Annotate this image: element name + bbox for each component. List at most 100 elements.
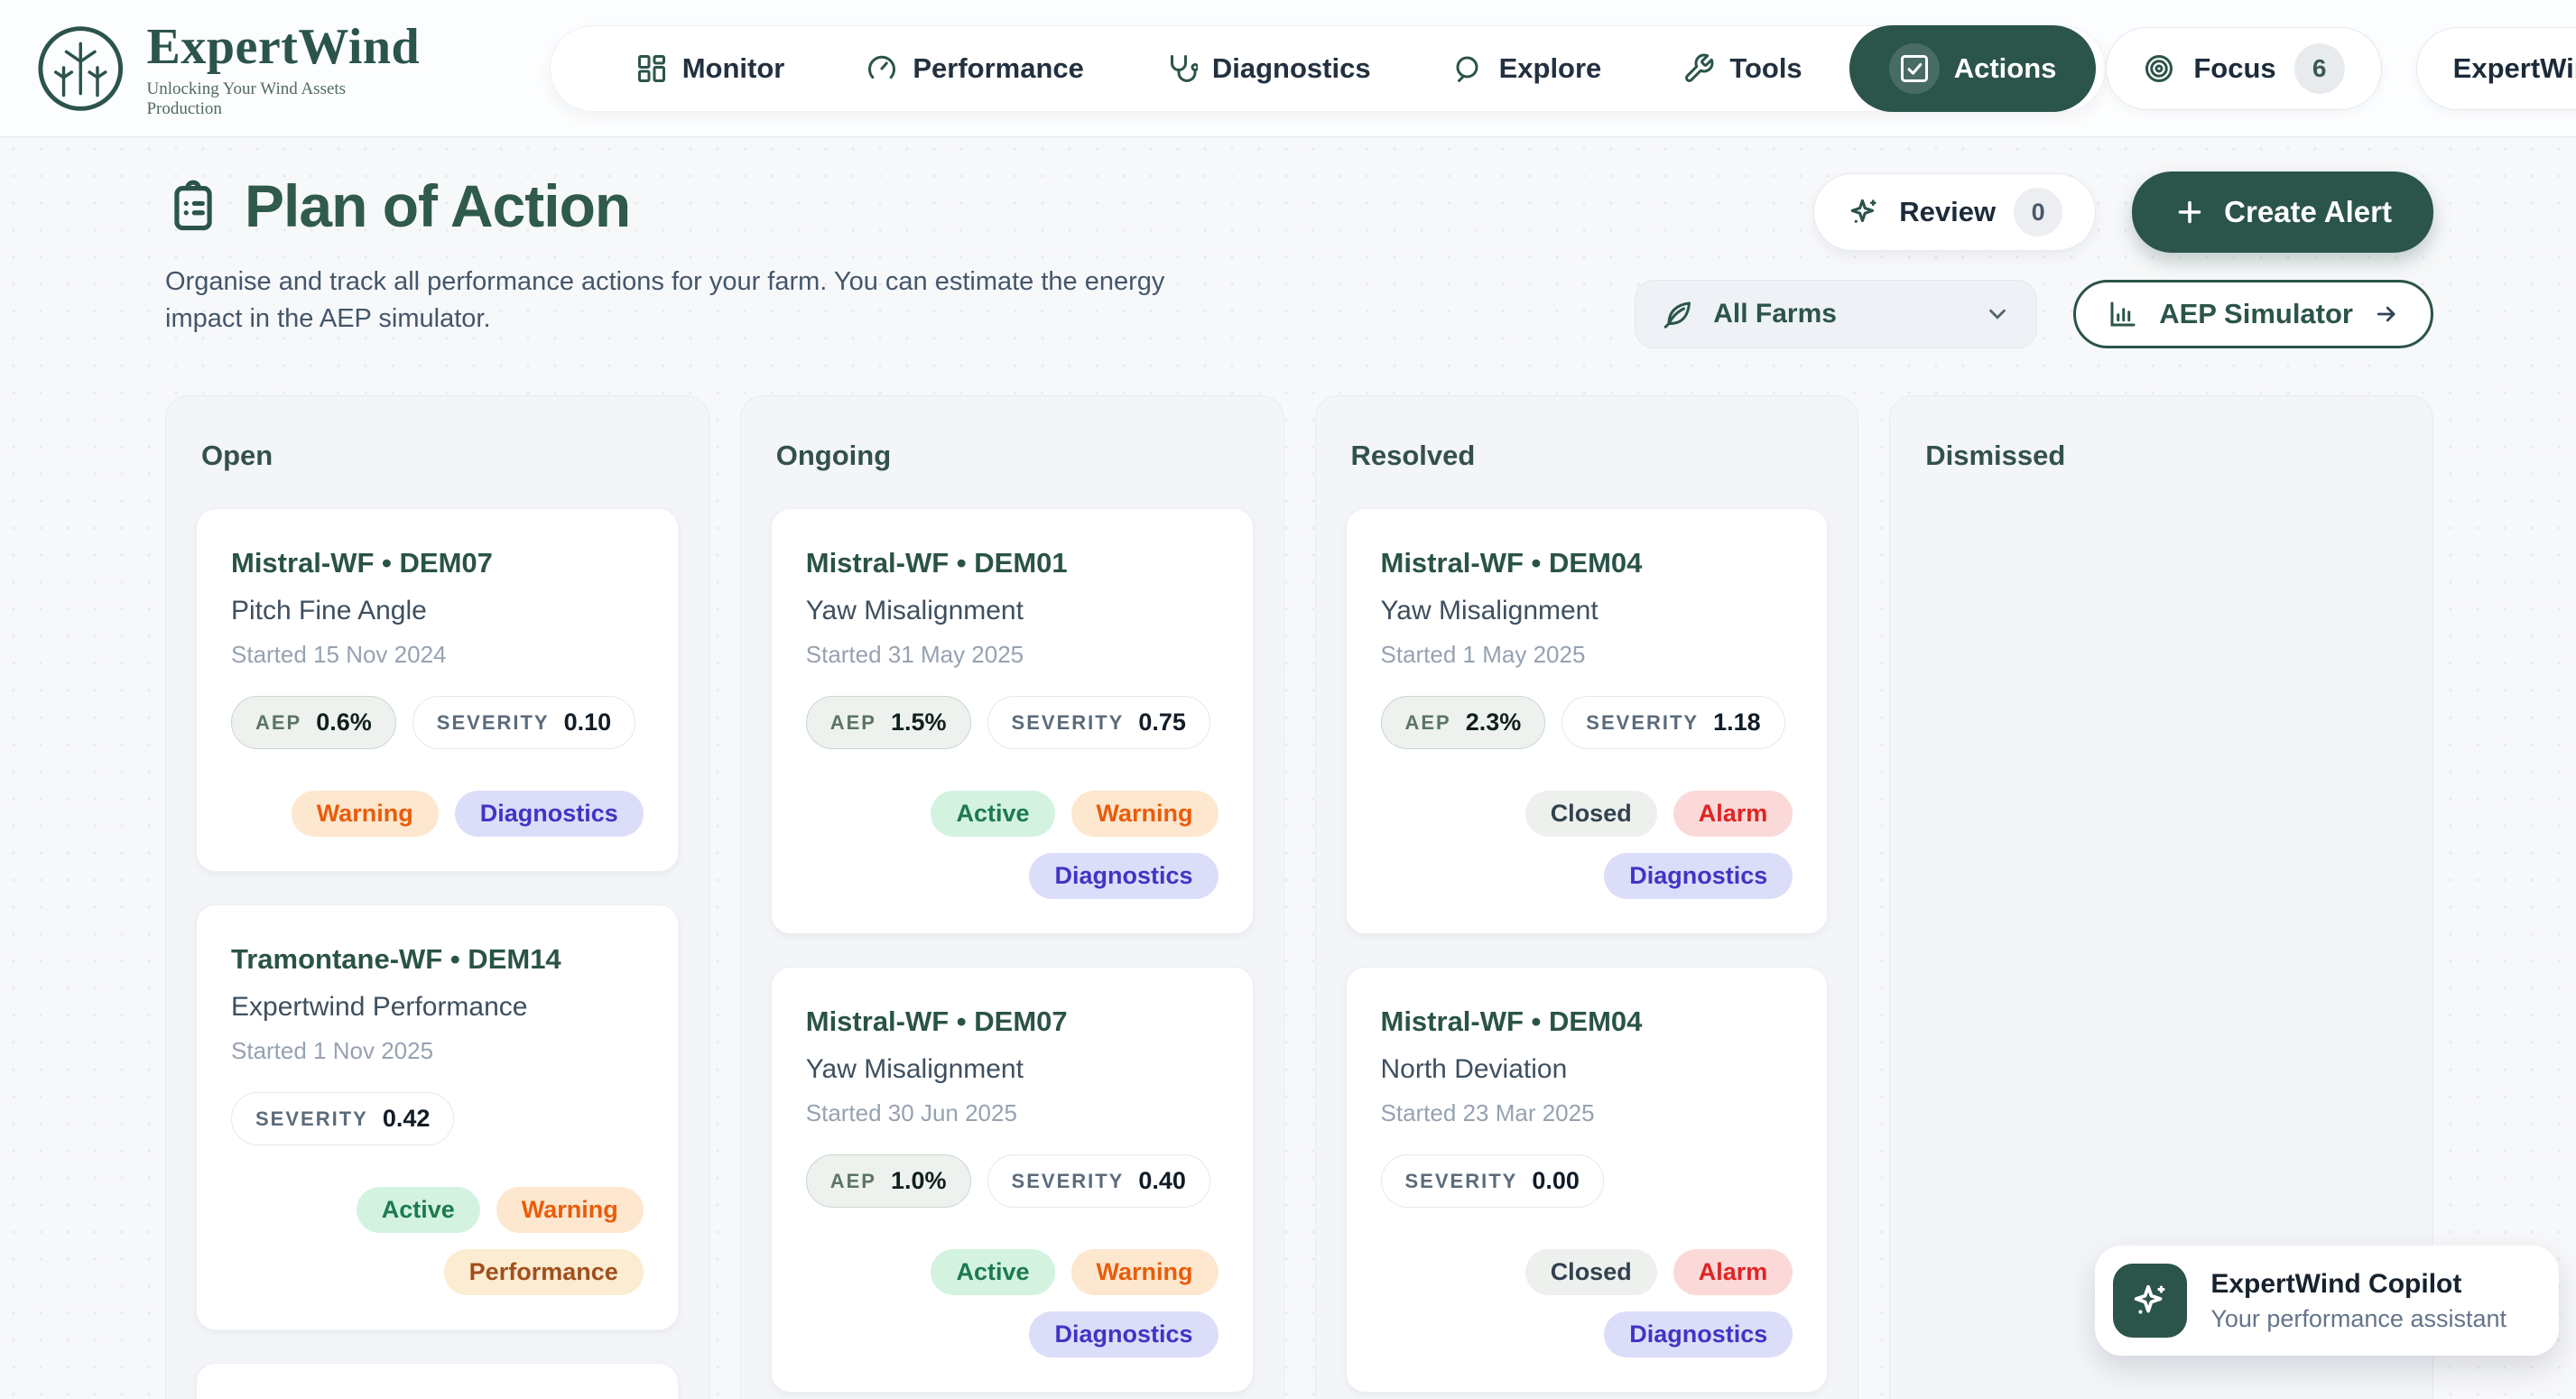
board-column: Ongoing Mistral-WF • DEM01 Yaw Misalignm… <box>740 395 1284 1399</box>
tag-row: WarningDiagnostics <box>231 791 644 837</box>
status-tag: Performance <box>444 1249 644 1295</box>
nav-item-performance[interactable]: Performance <box>831 25 1118 112</box>
brand-tagline: Unlocking Your Wind Assets Production <box>146 79 421 119</box>
tag-row: ActiveWarningDiagnostics <box>806 791 1219 899</box>
action-card[interactable]: Tramontane-WF • DEM14 Expertwind Perform… <box>196 904 679 1330</box>
tag-row: ActiveWarningPerformance <box>231 1187 644 1295</box>
card-issue: Pitch Fine Angle <box>231 596 644 626</box>
focus-count-badge: 6 <box>2294 43 2345 94</box>
action-card[interactable]: Mistral-WF • DEM04 North Deviation Start… <box>1346 967 1829 1393</box>
sparkle-icon <box>1847 195 1881 229</box>
nav-item-diagnostics[interactable]: Diagnostics <box>1131 25 1405 112</box>
card-start-date: Started 15 Nov 2024 <box>231 641 644 669</box>
status-tag: Warning <box>292 791 439 837</box>
card-farm-turbine: Mistral-WF • DEM07 <box>806 1005 1219 1038</box>
farm-filter-select[interactable]: All Farms <box>1635 280 2037 348</box>
card-farm-turbine: Mistral-WF • DEM07 <box>231 547 644 579</box>
review-count-badge: 0 <box>2014 188 2062 236</box>
action-card[interactable]: Mistral-WF • DEM04 Yaw Misalignment Star… <box>1346 508 1829 934</box>
status-tag: Warning <box>1071 791 1219 837</box>
search-icon <box>1452 52 1485 85</box>
metric-row: AEP 1.5% SEVERITY 0.75 <box>806 696 1219 749</box>
brand-name: ExpertWind <box>146 18 421 76</box>
plus-icon <box>2173 196 2206 228</box>
status-tag: Diagnostics <box>1029 853 1218 899</box>
focus-button[interactable]: Focus 6 <box>2106 27 2381 110</box>
aep-badge: AEP 0.6% <box>231 696 396 749</box>
severity-badge: SEVERITY 0.00 <box>1381 1154 1604 1208</box>
stethoscope-icon <box>1165 52 1198 85</box>
aep-badge: AEP 1.5% <box>806 696 971 749</box>
status-tag: Warning <box>1071 1249 1219 1295</box>
status-tag: Diagnostics <box>1604 853 1793 899</box>
metric-row: SEVERITY 0.00 <box>1381 1154 1793 1208</box>
nav-item-explore[interactable]: Explore <box>1418 25 1636 112</box>
board-column: Open Mistral-WF • DEM07 Pitch Fine Angle… <box>165 395 709 1399</box>
review-button[interactable]: Review 0 <box>1813 173 2096 251</box>
card-issue: Yaw Misalignment <box>806 1054 1219 1085</box>
top-header: ExpertWind Unlocking Your Wind Assets Pr… <box>0 0 2576 137</box>
app-logo[interactable]: ExpertWind Unlocking Your Wind Assets Pr… <box>34 18 422 119</box>
page-title: Plan of Action <box>245 171 630 240</box>
metric-row: SEVERITY 0.42 <box>231 1092 644 1145</box>
status-tag: Diagnostics <box>1029 1311 1218 1357</box>
aep-badge: AEP 2.3% <box>1381 696 1546 749</box>
status-tag: Alarm <box>1673 791 1793 837</box>
copilot-widget[interactable]: ExpertWind Copilot Your performance assi… <box>2095 1246 2559 1356</box>
metric-row: AEP 1.0% SEVERITY 0.40 <box>806 1154 1219 1208</box>
board: Open Mistral-WF • DEM07 Pitch Fine Angle… <box>165 395 2433 1399</box>
tag-row: Closed Alarm Diagnostics <box>1381 791 1793 899</box>
metric-row: AEP 2.3% SEVERITY 1.18 <box>1381 696 1793 749</box>
card-start-date: Started 30 Jun 2025 <box>806 1099 1219 1127</box>
copilot-subtitle: Your performance assistant <box>2210 1305 2507 1333</box>
action-card[interactable]: Mistral-WF • DEM07 Pitch Fine Angle Star… <box>196 508 679 872</box>
card-issue: Yaw Misalignment <box>806 596 1219 626</box>
nav-item-monitor[interactable]: Monitor <box>601 25 820 112</box>
card-farm-turbine: Mistral-WF • DEM01 <box>806 547 1219 579</box>
action-card[interactable]: Mistral-WF • DEM01 Yaw Misalignment Star… <box>771 508 1254 934</box>
severity-badge: SEVERITY 0.42 <box>231 1092 454 1145</box>
account-menu[interactable]: ExpertWind <box>2416 27 2576 110</box>
grid-icon <box>635 52 668 85</box>
action-card[interactable]: Mistral-WF • DEM07 Yaw Misalignment Star… <box>771 967 1254 1393</box>
card-list: Mistral-WF • DEM01 Yaw Misalignment Star… <box>771 508 1254 1399</box>
aep-simulator-button[interactable]: AEP Simulator <box>2073 280 2433 348</box>
card-issue: Yaw Misalignment <box>1381 596 1793 626</box>
severity-badge: SEVERITY 0.75 <box>987 696 1210 749</box>
chevron-down-icon <box>1984 301 2011 328</box>
clipboard-icon <box>165 178 221 234</box>
create-alert-button[interactable]: Create Alert <box>2132 171 2433 253</box>
main-nav: Monitor Performance Diagnostics Explore … <box>550 25 2107 112</box>
status-tag: Closed <box>1525 791 1657 837</box>
card-list: Mistral-WF • DEM04 Yaw Misalignment Star… <box>1346 508 1829 1399</box>
card-start-date: Started 31 May 2025 <box>806 641 1219 669</box>
check-square-icon <box>1898 52 1931 85</box>
card-issue: North Deviation <box>1381 1054 1793 1085</box>
status-tag: Warning <box>496 1187 644 1233</box>
status-tag: Diagnostics <box>1604 1311 1793 1357</box>
nav-item-actions[interactable]: Actions <box>1849 25 2097 112</box>
status-tag: Alarm <box>1673 1249 1793 1295</box>
copilot-sparkle-icon <box>2113 1264 2187 1338</box>
main-content: Plan of Action Organise and track all pe… <box>0 171 2576 1399</box>
severity-badge: SEVERITY 1.18 <box>1561 696 1784 749</box>
board-column: Resolved Mistral-WF • DEM04 Yaw Misalign… <box>1315 395 1859 1399</box>
severity-badge: SEVERITY 0.40 <box>987 1154 1210 1208</box>
card-farm-turbine: Mistral-WF • DEM04 <box>1381 547 1793 579</box>
wind-turbine-logo-icon <box>34 22 126 116</box>
card-farm-turbine: Mistral-WF • DEM04 <box>1381 1005 1793 1038</box>
card-start-date: Started 23 Mar 2025 <box>1381 1099 1793 1127</box>
action-card[interactable]: Mistral-WF • DEM07 North Deviation Start… <box>196 1363 679 1399</box>
card-farm-turbine: Tramontane-WF • DEM14 <box>231 943 644 976</box>
severity-badge: SEVERITY 0.10 <box>412 696 635 749</box>
page-subtitle: Organise and track all performance actio… <box>165 264 1203 338</box>
metric-row: AEP 0.6% SEVERITY 0.10 <box>231 696 644 749</box>
column-title: Dismissed <box>1925 440 2403 472</box>
status-tag: Closed <box>1525 1249 1657 1295</box>
card-list: Mistral-WF • DEM07 Pitch Fine Angle Star… <box>196 508 679 1399</box>
tag-row: Closed Alarm Diagnostics <box>1381 1249 1793 1357</box>
nav-item-tools[interactable]: Tools <box>1648 25 1836 112</box>
card-start-date: Started 1 Nov 2025 <box>231 1037 644 1065</box>
card-issue: Expertwind Performance <box>231 992 644 1023</box>
copilot-title: ExpertWind Copilot <box>2210 1269 2507 1300</box>
